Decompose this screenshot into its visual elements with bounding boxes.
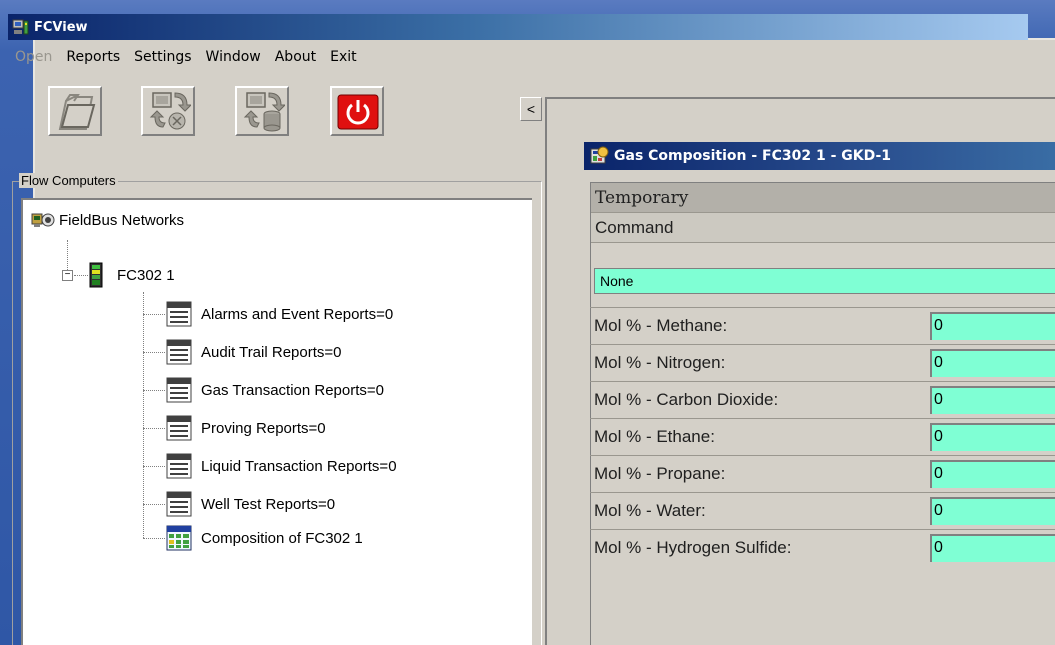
network-transfer-icon <box>149 92 191 130</box>
tree-connector <box>143 314 165 315</box>
tree-root-fieldbus[interactable]: FieldBus Networks <box>31 210 184 230</box>
menu-settings[interactable]: Settings <box>127 49 198 65</box>
mode-banner: Temporary <box>591 183 1055 213</box>
composition-row-methane: Mol % - Methane: 0 <box>590 307 1055 344</box>
tree-connector <box>143 390 165 391</box>
database-transfer-icon <box>243 92 285 132</box>
water-field[interactable]: 0 <box>930 497 1055 525</box>
row-label: Mol % - Water: <box>594 501 706 520</box>
composition-row-water: Mol % - Water: 0 <box>590 492 1055 529</box>
row-label: Mol % - Ethane: <box>594 427 715 446</box>
command-select[interactable]: None <box>594 268 1055 294</box>
tree-item-label: Liquid Transaction Reports=0 <box>201 457 397 475</box>
menu-open[interactable]: Open <box>8 49 59 65</box>
tree-item-label: Audit Trail Reports=0 <box>201 343 342 361</box>
report-icon <box>166 301 192 327</box>
tree-item-label: Alarms and Event Reports=0 <box>201 305 394 323</box>
power-icon <box>337 94 379 130</box>
tree-connector <box>74 275 88 276</box>
tree-item-audit[interactable]: Audit Trail Reports=0 <box>165 338 342 366</box>
title-bar[interactable]: FCView <box>8 14 1028 40</box>
app-icon <box>12 18 30 36</box>
tree-device-fc302[interactable]: FC302 1 <box>89 262 175 288</box>
menu-bar: Open Reports Settings Window About Exit <box>8 44 364 70</box>
connect-button[interactable] <box>141 86 195 136</box>
tree-device-label: FC302 1 <box>117 266 175 284</box>
menu-window[interactable]: Window <box>199 49 268 65</box>
composition-title-bar[interactable]: Gas Composition - FC302 1 - GKD-1 <box>584 142 1055 170</box>
menu-reports[interactable]: Reports <box>59 49 127 65</box>
database-button[interactable] <box>235 86 289 136</box>
menu-about[interactable]: About <box>268 49 323 65</box>
report-icon <box>166 453 192 479</box>
flow-computers-legend: Flow Computers <box>19 173 118 188</box>
tree-item-liquid-transaction[interactable]: Liquid Transaction Reports=0 <box>165 452 397 480</box>
tree-connector <box>143 538 165 539</box>
row-label: Mol % - Propane: <box>594 464 726 483</box>
tree-item-label: Well Test Reports=0 <box>201 495 336 513</box>
flow-computers-tree[interactable]: FieldBus Networks − FC302 1 Alarms and E… <box>21 198 532 645</box>
folder-icon <box>58 94 96 130</box>
composition-row-ethane: Mol % - Ethane: 0 <box>590 418 1055 455</box>
row-label: Mol % - Carbon Dioxide: <box>594 390 779 409</box>
composition-row-carbon-dioxide: Mol % - Carbon Dioxide: 0 <box>590 381 1055 418</box>
row-label: Mol % - Hydrogen Sulfide: <box>594 538 792 557</box>
tree-item-well-test[interactable]: Well Test Reports=0 <box>165 490 335 518</box>
tree-connector <box>143 466 165 467</box>
open-button[interactable] <box>48 86 102 136</box>
ethane-field[interactable]: 0 <box>930 423 1055 451</box>
tree-item-gas-transaction[interactable]: Gas Transaction Reports=0 <box>165 376 384 404</box>
tree-item-label: Gas Transaction Reports=0 <box>201 381 385 399</box>
hydrogen-sulfide-field[interactable]: 0 <box>930 534 1055 562</box>
carbon-dioxide-field[interactable]: 0 <box>930 386 1055 414</box>
tree-connector <box>143 352 165 353</box>
tree-connector <box>143 292 144 538</box>
tree-expander[interactable]: − <box>62 270 73 281</box>
tree-item-label: Proving Reports=0 <box>201 419 326 437</box>
row-label: Mol % - Methane: <box>594 316 728 335</box>
tree-connector <box>67 240 68 270</box>
methane-field[interactable]: 0 <box>930 312 1055 340</box>
composition-window-icon <box>590 146 609 164</box>
tree-item-label: Composition of FC302 1 <box>201 529 363 547</box>
composition-row-propane: Mol % - Propane: 0 <box>590 455 1055 492</box>
propane-field[interactable]: 0 <box>930 460 1055 488</box>
tree-connector <box>143 504 165 505</box>
collapse-panel-button[interactable]: < <box>520 97 542 121</box>
command-label: Command <box>591 213 1055 243</box>
flow-computer-icon <box>89 262 103 288</box>
report-icon <box>166 491 192 517</box>
tree-item-composition[interactable]: Composition of FC302 1 <box>165 524 363 552</box>
tree-item-alarms[interactable]: Alarms and Event Reports=0 <box>165 300 393 328</box>
tree-item-proving[interactable]: Proving Reports=0 <box>165 414 326 442</box>
report-icon <box>166 415 192 441</box>
menu-exit[interactable]: Exit <box>323 49 364 65</box>
network-icon <box>31 213 55 227</box>
composition-row-hydrogen-sulfide: Mol % - Hydrogen Sulfide: 0 <box>590 529 1055 566</box>
composition-window-title: Gas Composition - FC302 1 - GKD-1 <box>614 148 892 164</box>
window-title: FCView <box>34 19 88 35</box>
composition-row-nitrogen: Mol % - Nitrogen: 0 <box>590 344 1055 381</box>
report-icon <box>166 377 192 403</box>
tree-root-label: FieldBus Networks <box>59 211 185 229</box>
report-icon <box>166 339 192 365</box>
tree-connector <box>143 428 165 429</box>
nitrogen-field[interactable]: 0 <box>930 349 1055 377</box>
power-button[interactable] <box>330 86 384 136</box>
row-label: Mol % - Nitrogen: <box>594 353 726 372</box>
grid-icon <box>166 525 192 551</box>
